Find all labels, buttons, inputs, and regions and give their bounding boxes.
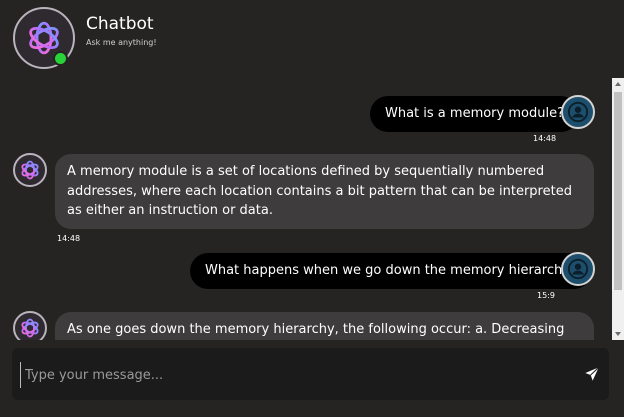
- user-message-bubble: What happens when we go down the memory …: [190, 253, 592, 289]
- user-avatar: [561, 95, 595, 129]
- message-list-scrollbar[interactable]: [612, 78, 624, 340]
- chatbot-avatar-small: [13, 311, 47, 340]
- user-avatar: [561, 252, 595, 286]
- chatbot-avatar-small: [13, 153, 47, 187]
- bot-message-bubble: A memory module is a set of locations de…: [55, 154, 594, 229]
- chat-title: Chatbot: [86, 14, 154, 34]
- openai-logo-icon: [21, 318, 39, 338]
- message-timestamp: 15:9: [537, 291, 555, 300]
- send-button[interactable]: [582, 364, 602, 384]
- message-list[interactable]: What is a memory module? 14:48 A memory …: [0, 78, 612, 340]
- message-input[interactable]: [20, 362, 567, 388]
- user-icon: [567, 258, 589, 280]
- scroll-up-arrow-icon[interactable]: [615, 82, 621, 86]
- scroll-down-arrow-icon[interactable]: [615, 332, 621, 336]
- message-timestamp: 14:48: [533, 134, 557, 143]
- bot-message-bubble: As one goes down the memory hierarchy, t…: [55, 312, 594, 340]
- online-status-indicator: [53, 51, 68, 66]
- message-composer: [12, 348, 609, 400]
- chat-subtitle: Ask me anything!: [86, 38, 157, 47]
- scrollbar-thumb[interactable]: [614, 92, 622, 290]
- chat-header: Chatbot Ask me anything!: [0, 0, 624, 78]
- send-icon: [585, 366, 600, 381]
- user-message-bubble: What is a memory module?: [370, 96, 579, 132]
- openai-logo-icon: [21, 160, 39, 180]
- message-timestamp: 14:48: [57, 234, 81, 243]
- user-icon: [567, 101, 589, 123]
